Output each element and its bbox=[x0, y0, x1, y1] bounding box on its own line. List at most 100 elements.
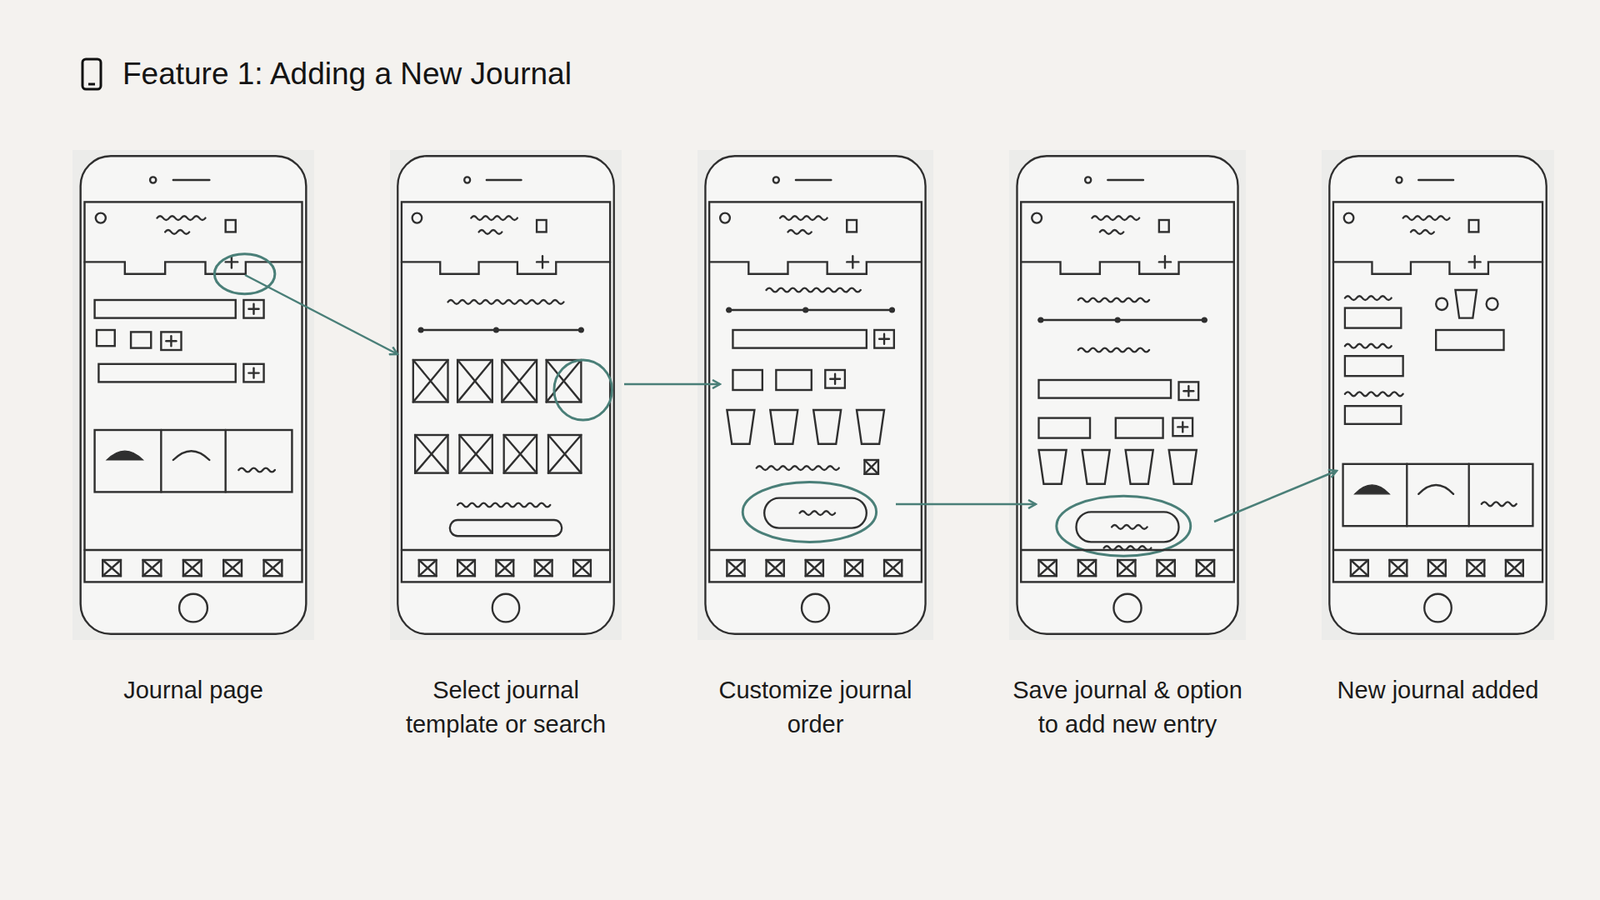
slide-title: Feature 1: Adding a New Journal bbox=[122, 56, 572, 92]
image-placeholder bbox=[102, 560, 121, 576]
image-placeholder bbox=[864, 460, 879, 475]
slider-sketch bbox=[1037, 316, 1208, 323]
template-grid-sketch bbox=[413, 300, 613, 536]
flow-step: Save journal & option to add new entry bbox=[1009, 150, 1246, 742]
plus-icon bbox=[160, 331, 181, 350]
step-caption: New journal added bbox=[1317, 673, 1560, 708]
paper-photo bbox=[72, 150, 315, 640]
step-caption: Customize journal order bbox=[695, 673, 937, 742]
save-journal-sketch bbox=[1037, 298, 1208, 557]
highlight-circle bbox=[1056, 495, 1191, 556]
plus-icon bbox=[243, 300, 264, 319]
header-sketch bbox=[412, 213, 547, 235]
slide: Feature 1: Adding a New Journal Journal p… bbox=[0, 0, 1600, 900]
arrow-icon bbox=[624, 383, 720, 386]
phone-sketch bbox=[1321, 150, 1555, 640]
image-placeholder bbox=[766, 560, 785, 576]
highlight-circle bbox=[554, 360, 612, 420]
home-button bbox=[179, 594, 208, 623]
image-placeholder bbox=[573, 560, 591, 576]
image-placeholder bbox=[1350, 560, 1369, 576]
image-placeholder bbox=[1389, 560, 1407, 576]
image-placeholder bbox=[504, 435, 537, 474]
image-placeholder bbox=[459, 435, 492, 474]
speaker-icon bbox=[795, 179, 831, 181]
save-button-sketch bbox=[764, 498, 867, 529]
tab-row-sketch bbox=[401, 255, 610, 275]
paper-photo bbox=[1321, 150, 1555, 640]
slider-sketch bbox=[418, 326, 585, 333]
image-placeholder bbox=[223, 560, 242, 576]
phone-screen bbox=[1020, 201, 1235, 582]
phone-screen bbox=[85, 201, 303, 582]
bottom-nav-sketch bbox=[1333, 550, 1543, 576]
flow-row: Journal page Select journal template or s… bbox=[72, 150, 1600, 742]
paper-photo bbox=[697, 150, 934, 640]
bottom-nav-sketch bbox=[709, 550, 922, 576]
home-button bbox=[1113, 594, 1141, 623]
tab-row-sketch bbox=[1020, 255, 1235, 275]
image-placeholder bbox=[501, 360, 537, 402]
tab-row-sketch bbox=[709, 255, 922, 275]
plus-icon bbox=[1172, 418, 1193, 437]
image-placeholder bbox=[415, 435, 448, 474]
speaker-icon bbox=[1418, 179, 1454, 181]
mood-card-sketch bbox=[1343, 464, 1534, 526]
header-sketch bbox=[1031, 213, 1169, 235]
phone-body bbox=[1016, 155, 1238, 635]
image-placeholder bbox=[495, 560, 514, 576]
journal-added-sketch bbox=[1343, 290, 1534, 526]
image-placeholder bbox=[1428, 560, 1446, 576]
home-button bbox=[1424, 594, 1452, 623]
plus-icon bbox=[243, 364, 264, 383]
cup-row bbox=[1039, 450, 1197, 485]
step-caption: Journal page bbox=[72, 673, 315, 708]
arrow-icon bbox=[1214, 470, 1337, 522]
phone-screen bbox=[401, 201, 610, 582]
image-placeholder bbox=[457, 360, 493, 402]
image-placeholder bbox=[726, 560, 745, 576]
camera-icon bbox=[1396, 176, 1403, 183]
image-placeholder bbox=[419, 560, 437, 576]
header-sketch bbox=[95, 213, 236, 235]
paper-photo bbox=[390, 150, 622, 640]
phone-screen bbox=[1333, 201, 1543, 582]
bottom-nav-sketch bbox=[85, 550, 303, 576]
journal-page-sketch bbox=[95, 254, 293, 493]
phone-body bbox=[1329, 155, 1546, 635]
image-placeholder bbox=[1196, 560, 1215, 576]
speaker-icon bbox=[486, 179, 522, 181]
speaker-icon bbox=[173, 179, 210, 181]
slide-header: Feature 1: Adding a New Journal bbox=[72, 53, 1600, 95]
tab-row-sketch bbox=[85, 255, 303, 275]
cup-row bbox=[726, 410, 885, 445]
phone-sketch bbox=[390, 150, 622, 640]
camera-icon bbox=[1085, 176, 1091, 183]
phone-sketch bbox=[72, 150, 315, 640]
image-placeholder bbox=[1505, 560, 1524, 576]
paper-photo bbox=[1009, 150, 1246, 640]
highlight-circle bbox=[214, 254, 275, 295]
phone-screen bbox=[709, 201, 922, 582]
image-placeholder bbox=[1078, 560, 1096, 576]
flow-step: Select journal template or search bbox=[390, 150, 622, 742]
highlight-circle bbox=[742, 481, 876, 542]
flow-arrows bbox=[72, 150, 1555, 640]
bottom-nav-sketch bbox=[1020, 550, 1235, 576]
image-placeholder bbox=[845, 560, 863, 576]
image-placeholder bbox=[1117, 560, 1135, 576]
image-placeholder bbox=[1157, 560, 1175, 576]
image-placeholder bbox=[805, 560, 824, 576]
mood-card-sketch bbox=[95, 430, 293, 492]
image-placeholder bbox=[884, 560, 902, 576]
arrow-icon bbox=[245, 275, 398, 355]
image-placeholder bbox=[413, 360, 449, 402]
speaker-icon bbox=[1107, 179, 1144, 181]
save-button-sketch bbox=[1075, 511, 1179, 542]
image-placeholder bbox=[548, 435, 581, 474]
image-placeholder bbox=[1039, 560, 1057, 576]
flow-step: Customize journal order bbox=[697, 150, 934, 742]
camera-icon bbox=[773, 176, 780, 183]
phone-body bbox=[397, 155, 614, 635]
header-sketch bbox=[720, 213, 857, 235]
